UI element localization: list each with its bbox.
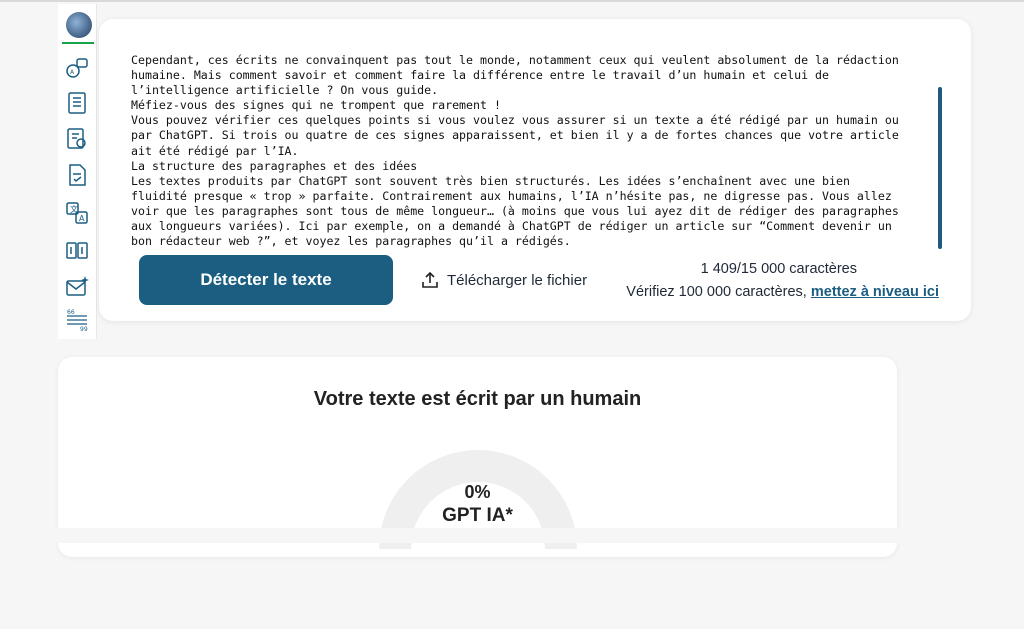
svg-text:文: 文 bbox=[70, 204, 78, 214]
document-list-icon[interactable] bbox=[64, 90, 90, 116]
mail-icon[interactable] bbox=[64, 274, 90, 300]
text-input-area[interactable]: Cependant, ces écrits ne convainquent pa… bbox=[131, 53, 926, 251]
upload-icon bbox=[422, 271, 438, 288]
svg-text:99: 99 bbox=[80, 326, 88, 333]
upgrade-text: Vérifiez 100 000 caractères, bbox=[626, 284, 811, 300]
upgrade-notice: Vérifiez 100 000 caractères, mettez à ni… bbox=[626, 284, 939, 300]
page-bottom bbox=[0, 528, 1024, 543]
svg-text:A: A bbox=[70, 69, 75, 76]
text-editor-card: Cependant, ces écrits ne convainquent pa… bbox=[99, 19, 971, 321]
editor-scrollbar[interactable] bbox=[938, 87, 942, 249]
active-indicator bbox=[62, 42, 94, 44]
top-border bbox=[0, 0, 1024, 2]
upload-file-label: Télécharger le fichier bbox=[447, 271, 588, 289]
checklist-document-icon[interactable] bbox=[64, 162, 90, 188]
translate-icon[interactable]: A bbox=[64, 56, 90, 82]
svg-text:A: A bbox=[79, 214, 85, 223]
result-card: Votre texte est écrit par un humain 0% G… bbox=[58, 357, 897, 557]
tool-sidebar: A 文 A 66 99 bbox=[58, 4, 97, 339]
quote-icon[interactable]: 66 99 bbox=[64, 308, 90, 334]
upload-file-button[interactable]: Télécharger le fichier bbox=[421, 269, 587, 291]
character-count: 1 409/15 000 caractères bbox=[700, 261, 857, 277]
upgrade-link[interactable]: mettez à niveau ici bbox=[811, 284, 939, 300]
settings-document-icon[interactable] bbox=[64, 126, 90, 152]
svg-text:66: 66 bbox=[67, 309, 75, 316]
ai-percentage: 0% bbox=[464, 482, 491, 502]
brain-logo-icon[interactable] bbox=[66, 12, 92, 38]
ai-label: GPT IA* bbox=[442, 505, 513, 526]
result-title: Votre texte est écrit par un humain bbox=[313, 388, 642, 410]
language-icon[interactable]: 文 A bbox=[64, 200, 90, 226]
word-counter-icon[interactable] bbox=[64, 238, 90, 264]
detect-text-button[interactable]: Détecter le texte bbox=[139, 255, 393, 305]
